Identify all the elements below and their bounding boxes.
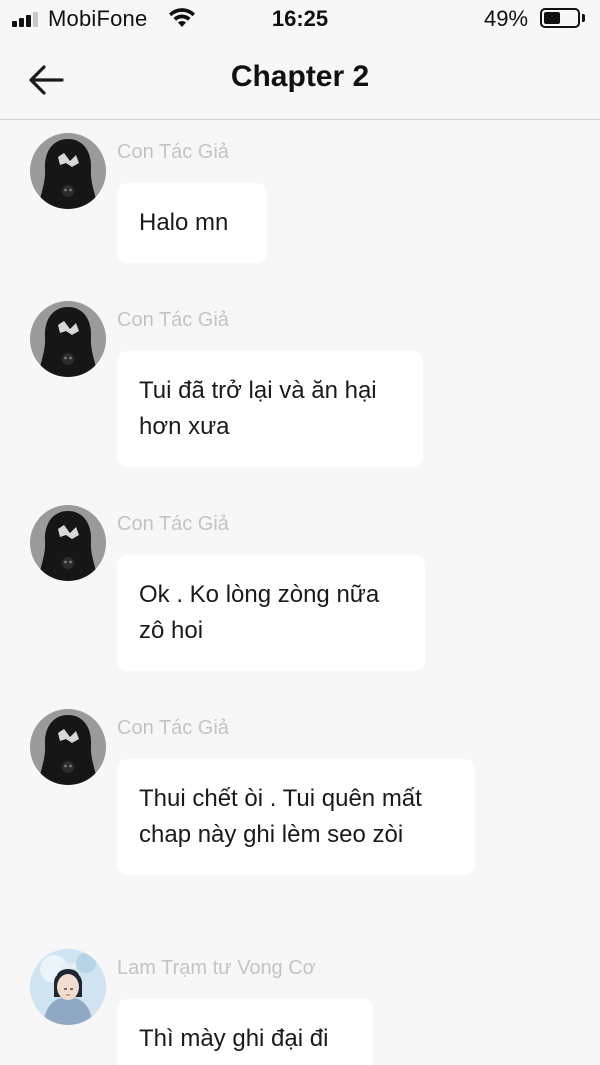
message-bubble[interactable]: Ok . Ko lòng zòng nữa zô hoi [117,555,425,671]
hooded-figure-avatar[interactable] [30,301,106,377]
chat-thread[interactable]: Con Tác Giả Halo mn Con Tác Giả Tui đã t… [0,121,600,1065]
message-bubble[interactable]: Halo mn [117,183,267,263]
message-bubble[interactable]: Tui đã trở lại và ăn hại hơn xưa [117,351,423,467]
message-bubble[interactable]: Thui chết òi . Tui quên mất chap này ghi… [117,759,475,875]
costume-character-avatar[interactable] [30,949,106,1025]
sender-name: Con Tác Giả [117,513,229,535]
sender-name: Lam Trạm tư Vong Cơ [117,957,316,979]
arrow-left-icon [29,65,64,95]
status-bar: MobiFone 16:25 49% [0,0,600,40]
battery-percent: 49% [484,6,529,31]
chapter-header: Chapter 2 [0,40,600,120]
sender-name: Con Tác Giả [117,717,229,739]
message-bubble[interactable]: Thì mày ghi đại đi [117,999,373,1065]
hooded-figure-avatar[interactable] [30,709,106,785]
battery-icon [540,8,580,28]
hooded-figure-avatar[interactable] [30,505,106,581]
page-title: Chapter 2 [230,60,370,93]
hooded-figure-avatar[interactable] [30,133,106,209]
back-button[interactable] [24,58,68,102]
sender-name: Con Tác Giả [117,141,229,163]
sender-name: Con Tác Giả [117,309,229,331]
battery-cap [582,14,585,22]
